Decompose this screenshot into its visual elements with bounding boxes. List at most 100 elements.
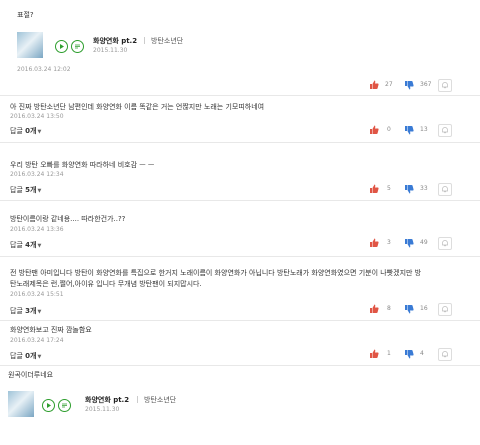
reply-count: 0개: [25, 127, 37, 135]
reply-label: 답글: [10, 127, 23, 135]
reply-count: 4개: [25, 241, 37, 249]
like-count: 3: [387, 239, 391, 246]
report-button[interactable]: [438, 348, 452, 361]
comment-date: 2016.03.24 17:24: [10, 337, 64, 344]
caret-down-icon: ▼: [37, 243, 42, 249]
reply-count: 3개: [25, 307, 37, 315]
album-thumbnail[interactable]: [8, 391, 34, 417]
vote-bar: 0 13: [368, 124, 468, 137]
add-to-playlist-button[interactable]: [58, 399, 71, 412]
dislike-count: 49: [420, 239, 428, 246]
vote-bar: 5 33: [368, 183, 468, 196]
comment-date: 2016.03.24 15:51: [10, 291, 64, 298]
comment-text: 원곡이더루네요: [8, 371, 54, 379]
caret-down-icon: ▼: [37, 309, 42, 315]
vote-bar: 3 49: [368, 237, 468, 250]
dislike-count: 33: [420, 185, 428, 192]
playlist-add-icon: [62, 403, 67, 408]
like-count: 1: [387, 350, 391, 357]
dislike-count: 4: [420, 350, 424, 357]
thumbs-down-icon[interactable]: [403, 124, 415, 136]
thumbs-down-icon[interactable]: [403, 183, 415, 195]
comment-text: 표절?: [17, 11, 34, 19]
comment-text: 전 방탄팬 아미입니다 방탄이 화양연화를 특집으로 한거지 노래이름이 화양연…: [10, 269, 422, 277]
comment-text: 화양연화보고 진짜 깜놀함요: [10, 326, 92, 334]
thumbs-up-icon[interactable]: [368, 303, 380, 315]
reply-toggle[interactable]: 답글 5개▼: [10, 185, 41, 195]
comment-date: 2016.03.24 12:34: [10, 171, 64, 178]
divider: [137, 396, 138, 403]
caret-down-icon: ▼: [37, 188, 42, 194]
like-count: 0: [387, 126, 391, 133]
reply-toggle[interactable]: 답글 3개▼: [10, 306, 41, 316]
comment-date: 2016.03.24 13:36: [10, 226, 64, 233]
comment-text-line2: 탄노래제목은 런,쩔어,아이유 입니다 무개념 방탄팬이 되지맙시다.: [10, 280, 202, 288]
playlist-add-icon: [75, 44, 80, 49]
dislike-count: 16: [420, 305, 428, 312]
thumbs-down-icon[interactable]: [403, 348, 415, 360]
report-button[interactable]: [438, 79, 452, 92]
vote-bar: 1 4: [368, 348, 468, 361]
release-date: 2015.11.30: [85, 406, 120, 413]
play-button[interactable]: [55, 40, 68, 53]
song-title[interactable]: 화양연화 pt.2: [93, 36, 137, 46]
vote-bar: 8 16: [368, 303, 468, 316]
reply-toggle[interactable]: 답글 0개▼: [10, 126, 41, 136]
comment-text: 우리 방탄 오빠를 화양연화 따라하네 비호감 ㅡ ㅡ: [10, 161, 155, 169]
bell-icon: [442, 240, 448, 247]
comment-date: 2016.03.24 13:50: [10, 113, 64, 120]
reply-label: 답글: [10, 186, 23, 194]
thumbs-down-icon[interactable]: [403, 303, 415, 315]
like-count: 8: [387, 305, 391, 312]
divider: [0, 142, 480, 143]
caret-down-icon: ▼: [37, 129, 42, 135]
bell-icon: [442, 306, 448, 313]
dislike-count: 367: [420, 81, 432, 88]
vote-bar: 27 367: [368, 79, 468, 92]
reply-count: 0개: [25, 352, 37, 360]
thumbs-down-icon[interactable]: [403, 79, 415, 91]
bell-icon: [442, 351, 448, 358]
reply-toggle[interactable]: 답글 0개▼: [10, 351, 41, 361]
reply-label: 답글: [10, 352, 23, 360]
thumbs-up-icon[interactable]: [368, 183, 380, 195]
like-count: 5: [387, 185, 391, 192]
add-to-playlist-button[interactable]: [71, 40, 84, 53]
play-icon: [60, 44, 64, 49]
bell-icon: [442, 186, 448, 193]
divider: [144, 37, 145, 44]
reply-label: 답글: [10, 241, 23, 249]
thumbs-up-icon[interactable]: [368, 124, 380, 136]
song-card[interactable]: 화양연화 pt.2 방탄소년단 2015.11.30: [8, 391, 208, 417]
divider: [0, 95, 480, 96]
thumbs-down-icon[interactable]: [403, 237, 415, 249]
artist-name[interactable]: 방탄소년단: [151, 36, 183, 46]
report-button[interactable]: [438, 124, 452, 137]
reply-toggle[interactable]: 답글 4개▼: [10, 240, 41, 250]
caret-down-icon: ▼: [37, 354, 42, 360]
reply-label: 답글: [10, 307, 23, 315]
report-button[interactable]: [438, 183, 452, 196]
comment-text: 아 진짜 방탄소년단 남편인데 화양연화 이름 똑같은 거는 언짢지만 노래는 …: [10, 103, 265, 111]
divider: [0, 200, 480, 201]
artist-name[interactable]: 방탄소년단: [144, 395, 176, 405]
song-card[interactable]: 화양연화 pt.2 방탄소년단 2015.11.30: [17, 32, 217, 58]
thumbs-up-icon[interactable]: [368, 348, 380, 360]
song-title[interactable]: 화양연화 pt.2: [85, 395, 129, 405]
divider: [0, 365, 480, 366]
report-button[interactable]: [438, 303, 452, 316]
release-date: 2015.11.30: [93, 47, 128, 54]
report-button[interactable]: [438, 237, 452, 250]
post-date: 2016.03.24 12:02: [17, 66, 71, 73]
play-button[interactable]: [42, 399, 55, 412]
play-icon: [47, 403, 51, 408]
album-thumbnail[interactable]: [17, 32, 43, 58]
bell-icon: [442, 127, 448, 134]
like-count: 27: [385, 81, 393, 88]
thumbs-up-icon[interactable]: [368, 79, 380, 91]
dislike-count: 13: [420, 126, 428, 133]
divider: [0, 256, 480, 257]
thumbs-up-icon[interactable]: [368, 237, 380, 249]
divider: [0, 320, 480, 321]
comment-text: 방탄이름이랑 같네용.... 따라한건가..??: [10, 215, 126, 223]
